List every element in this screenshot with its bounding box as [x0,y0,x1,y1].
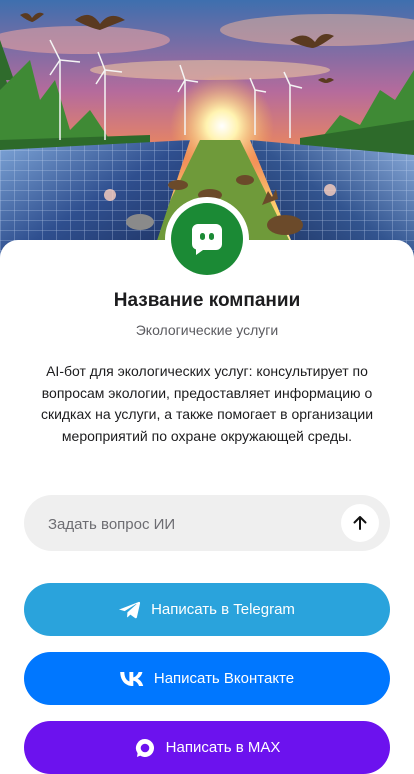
max-button-label: Написать в MAX [165,739,281,756]
avatar-badge [171,203,243,275]
chat-bot-icon [192,224,222,255]
vk-icon [120,671,144,686]
ask-ai-input[interactable] [46,495,340,553]
company-avatar [165,197,249,281]
company-name: Название компании [113,290,301,311]
ask-ai-field [24,495,390,553]
max-icon [134,737,156,759]
vk-button[interactable]: Написать Вконтакте [24,652,390,705]
telegram-icon [119,601,141,619]
send-button[interactable] [341,504,379,542]
company-subtitle: Экологические услуги [135,322,279,338]
telegram-button[interactable]: Написать в Telegram [24,583,390,636]
company-description: AI-бот для экологических услуг: консульт… [40,363,374,444]
arrow-up-icon [353,516,367,530]
vk-button-label: Написать Вконтакте [153,670,295,687]
max-button[interactable]: Написать в MAX [24,721,390,774]
telegram-button-label: Написать в Telegram [151,601,295,618]
